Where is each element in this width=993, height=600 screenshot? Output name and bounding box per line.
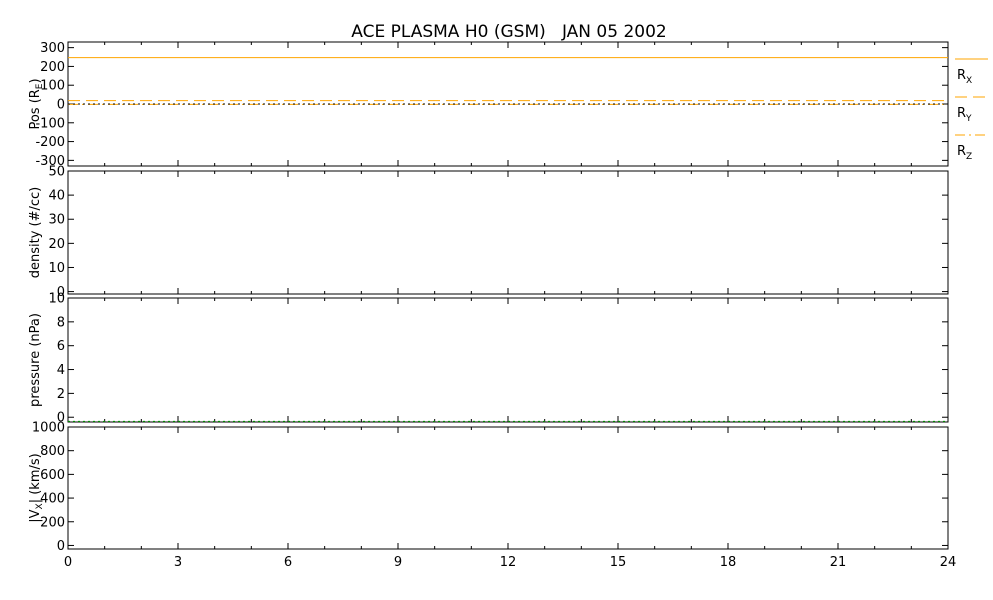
y-tick-label: 800 [40, 444, 65, 459]
x-tick-label: 0 [64, 555, 72, 570]
legend-label-Y: RY [957, 106, 972, 124]
x-tick-label: 9 [394, 555, 402, 570]
panel-frame-pressure [67, 297, 949, 423]
panel-vx: 10008006004002000|VX| (km/s) [28, 421, 949, 554]
y-tick-label: 10 [48, 261, 65, 276]
panel-pressure: 1086420pressure (nPa) [28, 292, 949, 426]
ace-plasma-chart: ACE PLASMA H0 (GSM) JAN 05 2002 30020010… [28, 22, 988, 570]
x-axis: 0 3 6 9 12 15 18 21 24 [64, 555, 956, 570]
y-tick-label: 1000 [32, 421, 65, 436]
y-tick-label: 30 [48, 213, 65, 228]
x-tick-label: 24 [940, 555, 957, 570]
panel-frame-vx [67, 426, 949, 550]
x-tick-label: 3 [174, 555, 182, 570]
y-tick-label: 40 [48, 189, 65, 204]
y-tick-label: 50 [48, 165, 65, 180]
chart-title: ACE PLASMA H0 (GSM) JAN 05 2002 [351, 22, 666, 42]
y-tick-label: -200 [35, 135, 65, 150]
y-tick-label: 200 [40, 515, 65, 530]
y-tick-label: 8 [57, 315, 65, 330]
y-tick-label: 20 [48, 237, 65, 252]
y-axis-label-pos: Pos (RE) [28, 78, 45, 129]
y-axis-label-vx: |VX| (km/s) [28, 453, 45, 522]
y-tick-label: 10 [48, 292, 65, 307]
y-tick-label: 6 [57, 339, 65, 354]
y-tick-label: 4 [57, 363, 65, 378]
legend-label-X: RX [957, 68, 972, 86]
panel-pos: 3002001000-100-200-300Pos (RE) [28, 41, 949, 169]
panels-layer: 3002001000-100-200-300Pos (RE)5040302010… [28, 41, 949, 554]
y-tick-label: 2 [57, 387, 65, 402]
y-tick-label: 300 [40, 41, 65, 56]
panel-density: 50403020100density (#/cc) [28, 165, 949, 300]
y-tick-label: 0 [57, 539, 65, 554]
legend: RX RY RZ [955, 58, 988, 162]
x-tick-label: 21 [830, 555, 847, 570]
panel-frame-density [67, 170, 949, 295]
y-tick-label: 200 [40, 60, 65, 75]
x-tick-label: 6 [284, 555, 292, 570]
x-tick-label: 12 [500, 555, 517, 570]
y-axis-label-pressure: pressure (nPa) [28, 313, 43, 407]
y-tick-label: 0 [57, 98, 65, 113]
x-tick-label: 18 [720, 555, 737, 570]
x-tick-label: 15 [610, 555, 627, 570]
y-axis-label-density: density (#/cc) [28, 187, 43, 279]
legend-label-Z: RZ [957, 144, 972, 162]
y-tick-label: 600 [40, 468, 65, 483]
